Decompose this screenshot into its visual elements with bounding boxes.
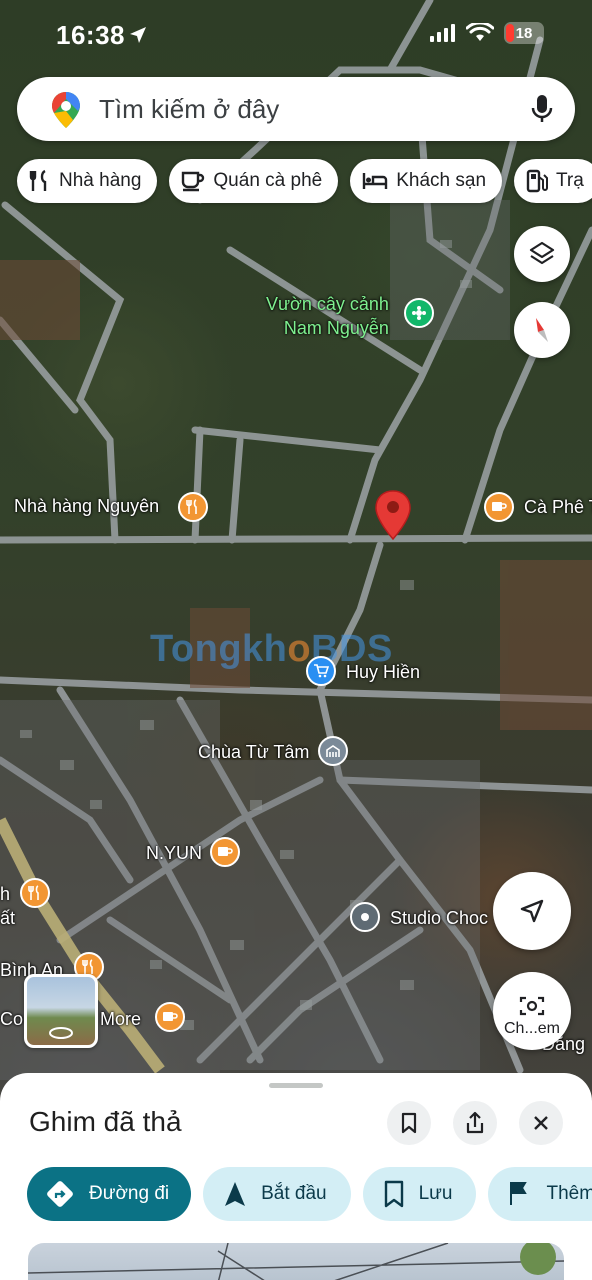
layers-button[interactable] (514, 226, 570, 282)
camera-lens-icon (519, 996, 545, 1016)
chip-label: Khách sạn (396, 170, 487, 191)
directions-button[interactable]: Đường đi (27, 1167, 192, 1221)
flag-icon (510, 1182, 528, 1205)
temple-poi-icon[interactable] (318, 736, 348, 766)
chip-label: Trạ (556, 170, 584, 191)
close-icon (534, 1116, 548, 1130)
microphone-icon[interactable] (531, 94, 553, 124)
save-bookmark-button[interactable] (387, 1101, 431, 1145)
sheet-title: Ghim đã thả (29, 1106, 182, 1137)
sheet-drag-handle[interactable] (269, 1083, 323, 1088)
chip-hotels[interactable]: Khách sạn (350, 159, 503, 203)
studio-poi-icon[interactable] (350, 902, 380, 932)
bookmark-icon (384, 1180, 403, 1208)
layers-icon (529, 241, 555, 265)
dropped-pin-icon[interactable] (374, 489, 412, 541)
coffee-icon (182, 171, 205, 192)
navigation-icon (225, 1182, 246, 1206)
start-button[interactable]: Bắt đầu (203, 1167, 351, 1221)
bookmark-outline-icon (401, 1112, 417, 1134)
navigation-arrow-icon (520, 899, 544, 923)
nyun-label[interactable]: N.YUN (146, 843, 202, 864)
maps-logo-icon (52, 92, 80, 128)
search-bar[interactable] (17, 77, 575, 141)
chua-tu-tam-label[interactable]: Chùa Từ Tâm (198, 742, 309, 763)
my-location-button[interactable] (493, 872, 571, 950)
chip-label: Nhà hàng (59, 170, 142, 191)
directions-label: Đường đi (89, 1183, 170, 1204)
nursery-label[interactable]: Vườn cây cảnh Nam Nguyễn (266, 292, 389, 340)
restaurant-nguyen-label[interactable]: Nhà hàng Nguyên (14, 496, 159, 517)
studio-label[interactable]: Studio Choc (390, 908, 488, 929)
cellular-signal-icon (430, 24, 455, 42)
place-bottom-sheet[interactable]: Ghim đã thả Đường đi Bắt đầu Lưu Thêm (0, 1073, 592, 1280)
close-button[interactable] (519, 1101, 563, 1145)
save-button[interactable]: Lưu (362, 1167, 477, 1221)
add-label: Thêm (546, 1183, 592, 1204)
cafe-right-label[interactable]: Cà Phê T (524, 497, 592, 518)
power-lines-photo (28, 1243, 564, 1280)
restaurant-poi-icon[interactable] (178, 492, 208, 522)
wifi-icon (466, 23, 494, 41)
street-view-thumbnail[interactable] (24, 974, 98, 1048)
photo-search-label: Ch...em (503, 1020, 560, 1037)
shop-poi-icon[interactable] (306, 656, 336, 686)
status-bar: 16:38 18 (0, 0, 592, 70)
share-button[interactable] (453, 1101, 497, 1145)
huy-hien-label[interactable]: Huy Hiền (346, 662, 420, 683)
battery-level: 18 (515, 24, 533, 42)
chip-gas[interactable]: Trạ (514, 159, 592, 203)
directions-icon (47, 1181, 73, 1207)
hotel-icon (363, 173, 388, 189)
compass-icon (536, 318, 548, 342)
cafe-more-poi-icon[interactable] (155, 1002, 185, 1032)
action-buttons-row: Đường đi Bắt đầu Lưu Thêm (27, 1167, 592, 1221)
place-photo-preview[interactable] (28, 1243, 564, 1280)
chip-label: Quán cà phê (213, 170, 323, 191)
status-time: 16:38 (56, 20, 125, 50)
category-chips: Nhà hàng Quán cà phê Khách sạn Trạ (17, 159, 592, 203)
start-label: Bắt đầu (261, 1183, 327, 1204)
photo-search-button[interactable]: Ch...em (493, 972, 571, 1050)
save-label: Lưu (418, 1183, 453, 1204)
nursery-poi-icon[interactable] (404, 298, 434, 328)
left-label-h: h (0, 884, 11, 904)
compass-button[interactable] (514, 302, 570, 358)
chip-restaurants[interactable]: Nhà hàng (17, 159, 158, 203)
add-button[interactable]: Thêm (488, 1167, 592, 1221)
cafe-poi-icon[interactable] (484, 492, 514, 522)
restaurant-icon (29, 169, 47, 191)
restaurant-left-poi-icon[interactable] (20, 878, 50, 908)
more-label[interactable]: More (100, 1009, 141, 1030)
chip-coffee[interactable]: Quán cà phê (169, 159, 339, 203)
left-label-co: Co (0, 1009, 24, 1029)
cafe-nyun-poi-icon[interactable] (210, 837, 240, 867)
search-input[interactable] (99, 91, 519, 127)
left-label-at: ất (0, 908, 16, 928)
gas-station-icon (526, 169, 549, 193)
share-icon (466, 1111, 484, 1134)
location-arrow-icon (130, 27, 146, 43)
battery-indicator: 18 (504, 22, 544, 44)
street-view-rotate-icon (49, 1027, 73, 1039)
